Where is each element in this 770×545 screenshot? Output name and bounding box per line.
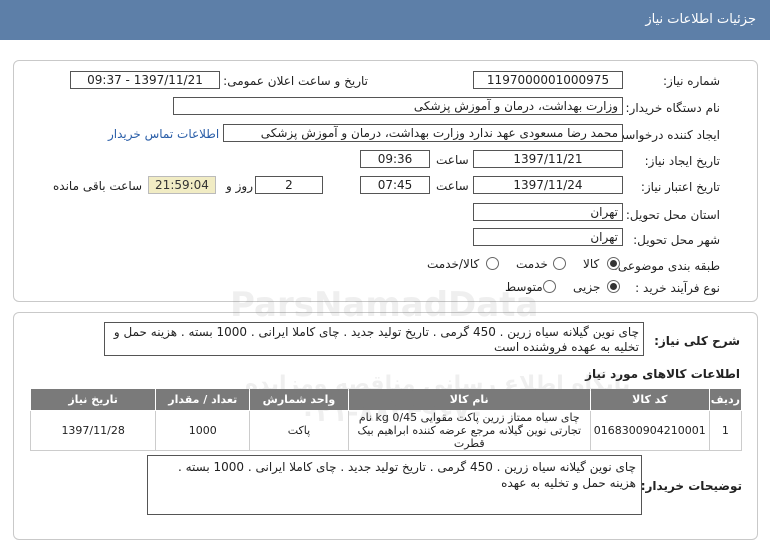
cell-row: 1 (708, 410, 743, 451)
valid-time-field: 07:45 (360, 176, 430, 194)
buyer-org-label: نام دستگاه خریدار: (625, 101, 721, 115)
announce-field: 1397/11/21 - 09:37 (70, 71, 220, 89)
process-label: نوع فرآیند خرید : (635, 281, 720, 295)
created-time-label: ساعت (436, 153, 469, 167)
created-date-field: 1397/11/21 (473, 150, 623, 168)
buyer-org-field: وزارت بهداشت، درمان و آموزش پزشکی (173, 97, 623, 115)
description-label: شرح کلی نیاز: (654, 334, 740, 348)
process-minor-label: جزیی (573, 280, 601, 294)
valid-date-label: تاریخ اعتبار نیاز: (640, 180, 720, 194)
col-row: ردیف (708, 388, 743, 411)
created-date-label: تاریخ ایجاد نیاز: (644, 154, 720, 168)
contact-buyer-link[interactable]: اطلاعات تماس خریدار (108, 127, 219, 141)
category-service-radio[interactable] (553, 257, 566, 270)
valid-date-field: 1397/11/24 (473, 176, 623, 194)
col-qty: تعداد / مقدار (155, 388, 251, 411)
category-goods-service-radio[interactable] (486, 257, 499, 270)
buyer-notes-text: چای نوین گیلانه سیاه زرین . 450 گرمی . ت… (147, 455, 642, 515)
category-label: طبقه بندی موضوعی: (613, 259, 720, 273)
category-goods-service-label: کالا/خدمت (427, 257, 480, 271)
valid-time-label: ساعت (436, 179, 469, 193)
category-goods-radio[interactable] (607, 257, 620, 270)
created-time-field: 09:36 (360, 150, 430, 168)
cell-date: 1397/11/28 (29, 410, 157, 451)
description-text: چای نوین گیلانه سیاه زرین . 450 گرمی . ت… (104, 322, 644, 356)
watermark-persian: پایگاه اطلاع رسانی مناقصه ومزایده (245, 372, 631, 397)
process-medium-radio[interactable] (543, 280, 556, 293)
watermark-latin: ParsNamadData (230, 285, 539, 325)
col-date: تاریخ نیاز (29, 388, 157, 411)
need-number-field: 1197000001000975 (473, 71, 623, 89)
city-label: شهر محل تحویل: (633, 233, 720, 247)
watermark-phone: ۰۲۱-۸۸۳۴۹۶۷۰ (300, 398, 486, 428)
province-field: تهران (473, 203, 623, 221)
city-field: تهران (473, 228, 623, 246)
days-remaining-field: 2 (255, 176, 323, 194)
category-goods-label: کالا (583, 257, 600, 271)
remaining-label: ساعت باقی مانده (53, 179, 143, 193)
requester-label: ایجاد کننده درخواست: (609, 128, 720, 142)
buyer-notes-label: توضیحات خریدار: (640, 479, 742, 493)
days-label: روز و (226, 179, 253, 193)
requester-field: محمد رضا مسعودی عهد ندارد وزارت بهداشت، … (223, 124, 623, 142)
cell-qty: 1000 (155, 410, 251, 451)
page-header: جزئیات اطلاعات نیاز (0, 0, 770, 40)
cell-code: 0168300904210001 (589, 410, 710, 451)
need-number-label: شماره نیاز: (663, 74, 720, 88)
process-minor-radio[interactable] (607, 280, 620, 293)
category-service-label: خدمت (516, 257, 548, 271)
province-label: استان محل تحویل: (625, 208, 720, 222)
remaining-time-field: 21:59:04 (148, 176, 216, 194)
announce-label: تاریخ و ساعت اعلان عمومی: (223, 74, 368, 88)
